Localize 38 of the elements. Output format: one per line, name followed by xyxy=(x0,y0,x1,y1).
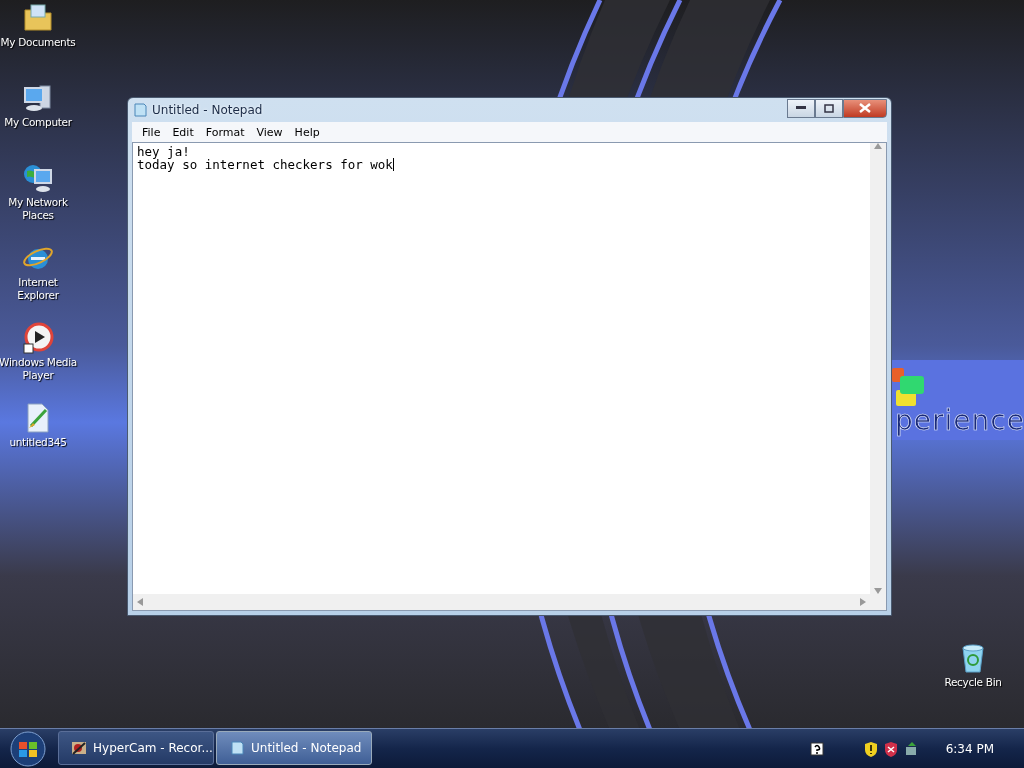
taskbar-button[interactable]: Untitled - Notepad xyxy=(216,731,372,765)
maximize-icon xyxy=(824,103,834,113)
network-status-icon[interactable] xyxy=(903,741,918,757)
help-icon[interactable] xyxy=(809,742,824,756)
start-button[interactable] xyxy=(10,731,46,767)
desktop-icon-label[interactable]: Internet Explorer xyxy=(0,276,78,302)
menu-item[interactable]: File xyxy=(136,125,167,139)
notepad-icon xyxy=(229,740,245,756)
minimize-icon xyxy=(796,106,806,110)
menu-item[interactable]: Format xyxy=(199,125,251,139)
wallpaper-text: perience xyxy=(895,404,1024,437)
maximize-button[interactable] xyxy=(815,98,843,118)
notepad-icon xyxy=(132,102,148,118)
text-line: hey ja! xyxy=(137,145,190,158)
desktop-icon-label[interactable]: My Documents xyxy=(0,36,76,49)
logo-icon xyxy=(890,366,924,406)
text-cursor xyxy=(392,158,394,171)
desktop-icon-label[interactable]: Windows Media Player xyxy=(0,356,78,382)
minimize-button[interactable] xyxy=(787,98,815,118)
folder-icon xyxy=(22,2,54,34)
window-title: Untitled - Notepad xyxy=(152,103,264,117)
desktop-icon-label[interactable]: untitled345 xyxy=(9,436,67,449)
menu-item[interactable]: Edit xyxy=(166,125,200,139)
security-shield-icon[interactable] xyxy=(883,741,898,757)
menu-item[interactable]: Help xyxy=(288,125,326,139)
desktop-icon-label[interactable]: Recycle Bin xyxy=(944,676,1002,689)
desktop-icon-label[interactable]: My Network Places xyxy=(0,196,78,222)
close-button[interactable] xyxy=(843,98,887,118)
media-player-icon xyxy=(22,322,54,354)
close-icon xyxy=(859,103,871,113)
warning-shield-icon[interactable] xyxy=(863,741,878,757)
text-line: today so internet checkers for wok xyxy=(137,158,393,171)
menu-item[interactable]: View xyxy=(250,125,289,139)
desktop-icon-label[interactable]: My Computer xyxy=(4,116,72,129)
network-icon xyxy=(22,162,54,194)
clock[interactable]: 6:34 PM xyxy=(945,742,994,756)
computer-icon xyxy=(22,82,54,114)
taskbar-button[interactable]: HyperCam - Recor... xyxy=(58,731,214,765)
